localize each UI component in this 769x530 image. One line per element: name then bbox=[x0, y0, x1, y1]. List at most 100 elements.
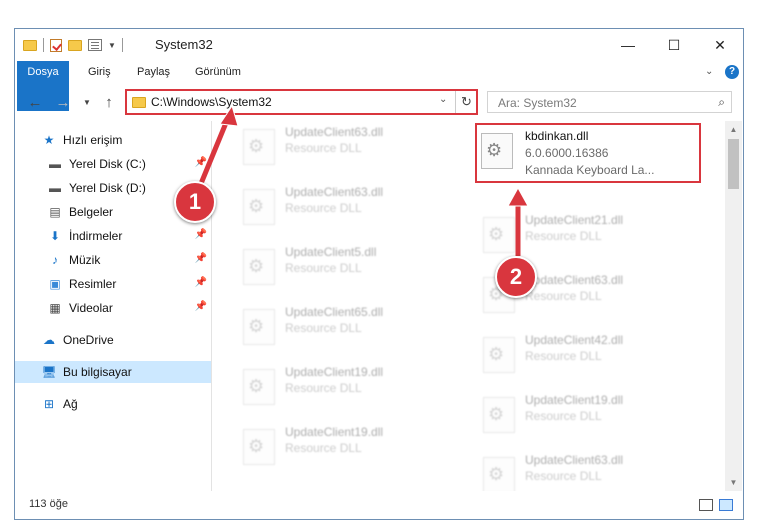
computer-icon: 🖥 bbox=[41, 365, 57, 379]
sidebar-item-videos[interactable]: ▦ Videolar 📌 bbox=[15, 297, 211, 319]
sidebar-item-label: Ağ bbox=[63, 397, 78, 411]
navigation-bar: ← → ▼ ↑ C:\Windows\System32 ⌄ ↻ Ara: Sys… bbox=[15, 83, 743, 121]
scroll-thumb[interactable] bbox=[728, 139, 739, 189]
file-description: Resource DLL bbox=[525, 409, 602, 423]
tab-view[interactable]: Görünüm bbox=[195, 61, 241, 83]
dll-file-icon bbox=[243, 189, 275, 225]
pin-icon[interactable]: 📌 bbox=[195, 277, 207, 288]
list-item[interactable]: UpdateClient42.dll Resource DLL bbox=[475, 329, 703, 379]
address-path[interactable]: C:\Windows\System32 bbox=[151, 95, 272, 109]
sidebar-item-label: Yerel Disk (D:) bbox=[69, 181, 146, 195]
tab-home[interactable]: Giriş bbox=[88, 61, 111, 83]
list-item[interactable]: UpdateClient63.dll Resource DLL bbox=[235, 121, 463, 171]
file-name: UpdateClient63.dll bbox=[285, 125, 384, 139]
sidebar-item-onedrive[interactable]: ☁ OneDrive bbox=[15, 329, 211, 351]
sidebar-item-this-pc[interactable]: 🖥 Bu bilgisayar bbox=[15, 361, 211, 383]
list-item[interactable]: UpdateClient63.dll Resource DLL bbox=[475, 449, 703, 491]
file-description: Resource DLL bbox=[285, 381, 362, 395]
list-item[interactable]: UpdateClient21.dll Resource DLL bbox=[475, 209, 703, 259]
pin-icon[interactable]: 📌 bbox=[195, 229, 207, 240]
sidebar-item-label: Bu bilgisayar bbox=[63, 365, 132, 379]
list-item[interactable]: UpdateClient19.dll Resource DLL bbox=[235, 361, 463, 411]
maximize-button[interactable]: ☐ bbox=[651, 29, 697, 61]
scroll-down-icon[interactable]: ▼ bbox=[725, 474, 742, 491]
file-description: Resource DLL bbox=[285, 261, 362, 275]
forward-arrow-icon[interactable]: → bbox=[53, 92, 73, 112]
up-arrow-icon[interactable]: ↑ bbox=[99, 92, 119, 112]
help-icon[interactable]: ? bbox=[725, 65, 739, 79]
details-view-icon[interactable] bbox=[699, 499, 713, 511]
file-description: Kannada Keyboard La... bbox=[525, 163, 655, 177]
vertical-scrollbar[interactable]: ▲ ▼ bbox=[725, 121, 742, 491]
file-name: UpdateClient65.dll bbox=[285, 305, 384, 319]
pin-icon[interactable]: 📌 bbox=[195, 301, 207, 312]
documents-icon: ▤ bbox=[49, 205, 61, 219]
sidebar-item-pictures[interactable]: ▣ Resimler 📌 bbox=[15, 273, 211, 295]
sidebar-item-label: Yerel Disk (C:) bbox=[69, 157, 146, 171]
sidebar-item-network[interactable]: ⊞ Ağ bbox=[15, 393, 211, 415]
music-icon: ♪ bbox=[52, 253, 58, 267]
search-icon[interactable]: ⌕ bbox=[718, 95, 725, 110]
pin-icon[interactable]: 📌 bbox=[195, 157, 207, 168]
minimize-button[interactable]: — bbox=[605, 29, 651, 61]
sidebar-item-label: Resimler bbox=[69, 277, 117, 291]
list-item[interactable]: UpdateClient19.dll Resource DLL bbox=[475, 389, 703, 439]
sidebar-item-label: OneDrive bbox=[63, 333, 114, 347]
item-count: 113 öğe bbox=[29, 498, 68, 510]
download-icon: ⬇ bbox=[49, 229, 61, 243]
recent-locations-icon[interactable]: ▼ bbox=[77, 92, 97, 112]
file-name: UpdateClient19.dll bbox=[285, 365, 384, 379]
chevron-down-icon[interactable]: ⌄ bbox=[439, 94, 447, 105]
list-item[interactable]: UpdateClient5.dll Resource DLL bbox=[235, 241, 463, 291]
search-input[interactable]: Ara: System32 bbox=[498, 96, 577, 110]
address-bar[interactable]: C:\Windows\System32 ⌄ ↻ bbox=[125, 89, 478, 115]
sidebar-item-downloads[interactable]: ⬇ İndirmeler 📌 bbox=[15, 225, 211, 247]
back-arrow-icon[interactable]: ← bbox=[25, 92, 45, 112]
customize-icon[interactable] bbox=[88, 39, 102, 51]
sidebar-item-label: İndirmeler bbox=[69, 229, 123, 243]
video-icon: ▦ bbox=[49, 301, 61, 315]
dll-file-icon bbox=[481, 133, 513, 169]
list-item[interactable]: UpdateClient19.dll Resource DLL bbox=[235, 421, 463, 471]
ribbon-tabs: Dosya Giriş Paylaş Görünüm ⌄ ? bbox=[15, 61, 743, 111]
file-version: 6.0.6000.16386 bbox=[525, 146, 609, 160]
file-name: UpdateClient63.dll bbox=[525, 453, 624, 467]
list-item[interactable]: UpdateClient63.dll Resource DLL bbox=[235, 181, 463, 231]
scroll-up-icon[interactable]: ▲ bbox=[725, 121, 742, 138]
expand-ribbon-icon[interactable]: ⌄ bbox=[705, 61, 713, 83]
properties-check-icon[interactable] bbox=[50, 38, 62, 52]
status-bar: 113 öğe bbox=[15, 491, 743, 519]
divider bbox=[43, 38, 44, 52]
close-button[interactable]: ✕ bbox=[697, 29, 743, 61]
chevron-down-icon[interactable]: ▼ bbox=[108, 41, 116, 50]
pictures-icon: ▣ bbox=[49, 277, 61, 291]
dll-file-icon bbox=[483, 217, 515, 253]
file-name: UpdateClient5.dll bbox=[285, 245, 377, 259]
title-bar: ▼ System32 — ☐ ✕ bbox=[15, 29, 743, 61]
dll-file-icon bbox=[483, 397, 515, 433]
refresh-icon[interactable]: ↻ bbox=[455, 91, 477, 113]
dll-file-icon bbox=[243, 369, 275, 405]
star-icon: ★ bbox=[43, 133, 55, 147]
sidebar-item-disk-c[interactable]: ▬ Yerel Disk (C:) 📌 bbox=[15, 153, 211, 175]
navigation-pane: ★ Hızlı erişim ▬ Yerel Disk (C:) 📌 ▬ Yer… bbox=[15, 121, 212, 491]
dll-file-icon bbox=[243, 249, 275, 285]
highlighted-file-kbdinkan[interactable]: kbdinkan.dll 6.0.6000.16386 Kannada Keyb… bbox=[475, 123, 701, 183]
pin-icon[interactable]: 📌 bbox=[195, 253, 207, 264]
network-icon: ⊞ bbox=[43, 397, 55, 411]
file-name: UpdateClient63.dll bbox=[285, 185, 384, 199]
step-marker-1: 1 bbox=[174, 181, 216, 223]
sidebar-item-label: Hızlı erişim bbox=[63, 133, 123, 147]
drive-icon: ▬ bbox=[49, 157, 61, 171]
search-box[interactable]: Ara: System32 ⌕ bbox=[487, 91, 732, 113]
sidebar-item-music[interactable]: ♪ Müzik 📌 bbox=[15, 249, 211, 271]
file-description: Resource DLL bbox=[525, 289, 602, 303]
new-folder-icon[interactable] bbox=[68, 39, 82, 51]
folder-icon bbox=[23, 39, 37, 51]
drive-icon: ▬ bbox=[49, 181, 61, 195]
sidebar-item-label: Belgeler bbox=[69, 205, 114, 219]
sidebar-item-quick-access[interactable]: ★ Hızlı erişim bbox=[15, 129, 211, 151]
list-item[interactable]: UpdateClient65.dll Resource DLL bbox=[235, 301, 463, 351]
tab-share[interactable]: Paylaş bbox=[137, 61, 170, 83]
tiles-view-icon[interactable] bbox=[719, 499, 733, 511]
